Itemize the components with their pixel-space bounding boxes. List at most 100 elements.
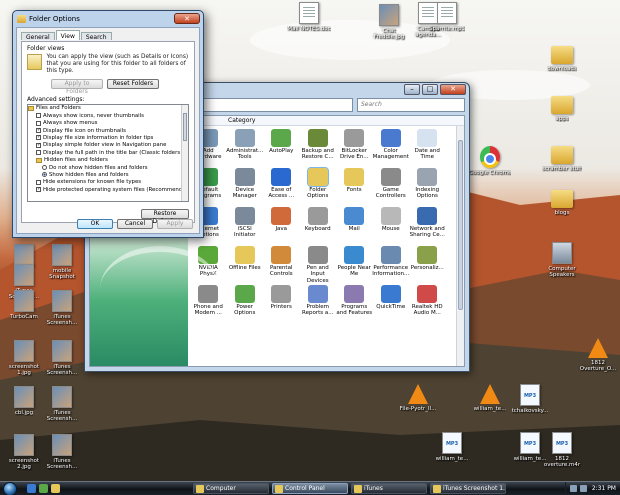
close-button[interactable]: ✕ <box>174 13 200 24</box>
control-panel-item[interactable]: Device Manager <box>227 168 264 207</box>
control-panel-item[interactable]: Pen and Input Devices <box>300 246 337 285</box>
clock[interactable]: 2:31 PM <box>592 485 616 492</box>
taskbar-button[interactable]: iTunes Screenshot 1... <box>430 483 506 494</box>
browser-icon[interactable] <box>51 484 60 493</box>
advanced-setting-folder[interactable]: Files and Folders <box>28 105 180 112</box>
taskbar-button[interactable]: Control Panel <box>272 483 348 494</box>
desktop-icon[interactable]: scramber stuff <box>540 146 584 172</box>
desktop-icon[interactable]: william_te... <box>430 432 474 462</box>
tab-general[interactable]: General <box>21 32 55 41</box>
desktop-icon[interactable]: blogs <box>540 190 584 216</box>
advanced-setting-radio[interactable]: Do not show hidden files and folders <box>28 164 180 171</box>
advanced-setting-check[interactable]: Always show menus <box>28 119 180 126</box>
desktop-icon[interactable]: iTunes Screensh... <box>40 340 84 377</box>
scrollbar-thumb[interactable] <box>183 112 187 141</box>
control-panel-item[interactable]: Printers <box>263 285 300 324</box>
checkbox[interactable] <box>36 150 41 156</box>
switch-windows-icon[interactable] <box>39 484 48 493</box>
advanced-setting-radio[interactable]: Show hidden files and folders <box>28 171 180 178</box>
folder-options-titlebar[interactable]: Folder Options ✕ <box>13 11 203 26</box>
search-input[interactable]: Search <box>357 98 465 112</box>
control-panel-item[interactable]: Ease of Access ... <box>263 168 300 207</box>
start-button[interactable] <box>3 481 17 495</box>
advanced-setting-check[interactable]: Display simple folder view in Navigation… <box>28 142 180 149</box>
desktop-icon[interactable]: downloads <box>540 46 584 72</box>
control-panel-item[interactable]: Backup and Restore C... <box>300 129 337 168</box>
control-panel-item[interactable]: QuickTime <box>373 285 410 324</box>
checkbox[interactable] <box>36 113 41 119</box>
desktop-icon[interactable]: Mail NOTES.doc <box>287 2 331 32</box>
desktop-icon[interactable]: mobile Snapshot <box>40 244 84 281</box>
control-panel-item[interactable]: Parental Controls <box>263 246 300 285</box>
control-panel-item[interactable]: Game Controllers <box>373 168 410 207</box>
desktop-icon[interactable]: Chat Freddie.jpg <box>367 4 411 41</box>
maximize-button[interactable]: □ <box>422 84 438 95</box>
advanced-setting-check[interactable]: Always show icons, never thumbnails <box>28 112 180 119</box>
control-panel-item[interactable]: People Near Me <box>336 246 373 285</box>
desktop-icon[interactable]: File-Pyotr_Il... <box>396 384 440 412</box>
desktop-icon[interactable]: Google Chrome <box>468 146 512 176</box>
control-panel-scrollbar[interactable] <box>456 126 464 366</box>
control-panel-item[interactable]: Color Management <box>373 129 410 168</box>
advanced-list-scrollbar[interactable] <box>181 104 188 201</box>
folder-options-dialog[interactable]: Folder Options ✕ General View Search Fol… <box>12 10 204 238</box>
restore-defaults-button[interactable]: Restore Defaults <box>141 209 189 225</box>
control-panel-item[interactable]: Fonts <box>336 168 373 207</box>
checkbox[interactable] <box>36 120 41 126</box>
desktop-icon[interactable]: tchaikovsky... <box>508 384 552 414</box>
desktop-icon[interactable]: iTunes Screensh... <box>40 386 84 423</box>
desktop-icon[interactable]: iTunes Screensh... <box>40 290 84 327</box>
ok-button[interactable]: OK <box>77 219 113 229</box>
control-panel-item[interactable]: BitLocker Drive En... <box>336 129 373 168</box>
control-panel-item[interactable]: Power Options <box>227 285 264 324</box>
checkbox[interactable] <box>36 187 41 193</box>
control-panel-item[interactable]: Administrat... Tools <box>226 129 263 168</box>
cancel-button[interactable]: Cancel <box>117 219 153 229</box>
desktop-icon[interactable]: apps <box>540 96 584 122</box>
control-panel-item[interactable]: Folder Options <box>300 167 337 207</box>
desktop-icon[interactable]: iTunes Screensh... <box>40 434 84 471</box>
network-icon[interactable] <box>569 485 577 492</box>
control-panel-item[interactable]: Java <box>263 207 300 246</box>
control-panel-item[interactable]: Personaliz... <box>409 246 446 285</box>
control-panel-item[interactable]: Date and Time <box>409 129 446 168</box>
checkbox[interactable] <box>36 179 41 185</box>
control-panel-item[interactable]: Realtek HD Audio M... <box>409 285 446 324</box>
tab-search[interactable]: Search <box>80 32 112 41</box>
control-panel-item[interactable]: Problem Reports a... <box>300 285 337 324</box>
apply-to-folders-button[interactable]: Apply to Folders <box>51 78 103 95</box>
control-panel-item[interactable]: iSCSI Initiator <box>227 207 264 246</box>
control-panel-item[interactable]: Offline Files <box>227 246 264 285</box>
advanced-setting-check[interactable]: Hide protected operating system files (R… <box>28 186 188 193</box>
scrollbar-thumb[interactable] <box>458 140 463 310</box>
advanced-setting-check[interactable]: Hide extensions for known file types <box>28 179 180 186</box>
desktop-icon[interactable]: Sparrite.mp3 <box>425 2 469 32</box>
checkbox[interactable] <box>36 135 41 141</box>
desktop-icon[interactable]: 1812 Overture_O... <box>576 338 620 373</box>
control-panel-item[interactable]: Mail <box>336 207 373 246</box>
close-button[interactable]: ✕ <box>440 84 466 95</box>
desktop-icon[interactable]: william_te... <box>468 384 512 412</box>
taskbar-button[interactable]: iTunes <box>351 483 427 494</box>
control-panel-item[interactable]: Performance Information... <box>372 246 409 285</box>
desktop-icon[interactable]: Computer Speakers <box>540 242 584 279</box>
desktop-icon[interactable]: 1812 overture.m4r <box>540 432 584 469</box>
radio-button[interactable] <box>42 165 47 171</box>
control-panel-item[interactable]: Network and Sharing Ce... <box>409 207 446 246</box>
minimize-button[interactable]: – <box>404 84 420 95</box>
show-desktop-icon[interactable] <box>27 484 36 493</box>
control-panel-item[interactable]: Programs and Features <box>336 285 373 324</box>
advanced-setting-check[interactable]: Display file size information in folder … <box>28 134 180 141</box>
control-panel-item[interactable]: AutoPlay <box>263 129 300 168</box>
control-panel-item[interactable]: Keyboard <box>300 207 337 246</box>
reset-folders-button[interactable]: Reset Folders <box>107 78 159 89</box>
advanced-settings-list[interactable]: Files and Folders Always show icons, neve… <box>27 103 189 202</box>
control-panel-item[interactable]: Indexing Options <box>409 168 446 207</box>
control-panel-item[interactable]: Mouse <box>373 207 410 246</box>
apply-button[interactable]: Apply <box>157 219 193 229</box>
advanced-setting-check[interactable]: Display file icon on thumbnails <box>28 127 180 134</box>
volume-icon[interactable] <box>579 485 587 492</box>
checkbox[interactable] <box>36 128 41 134</box>
advanced-setting-folder[interactable]: Hidden files and folders <box>28 156 180 163</box>
radio-button[interactable] <box>42 172 47 178</box>
